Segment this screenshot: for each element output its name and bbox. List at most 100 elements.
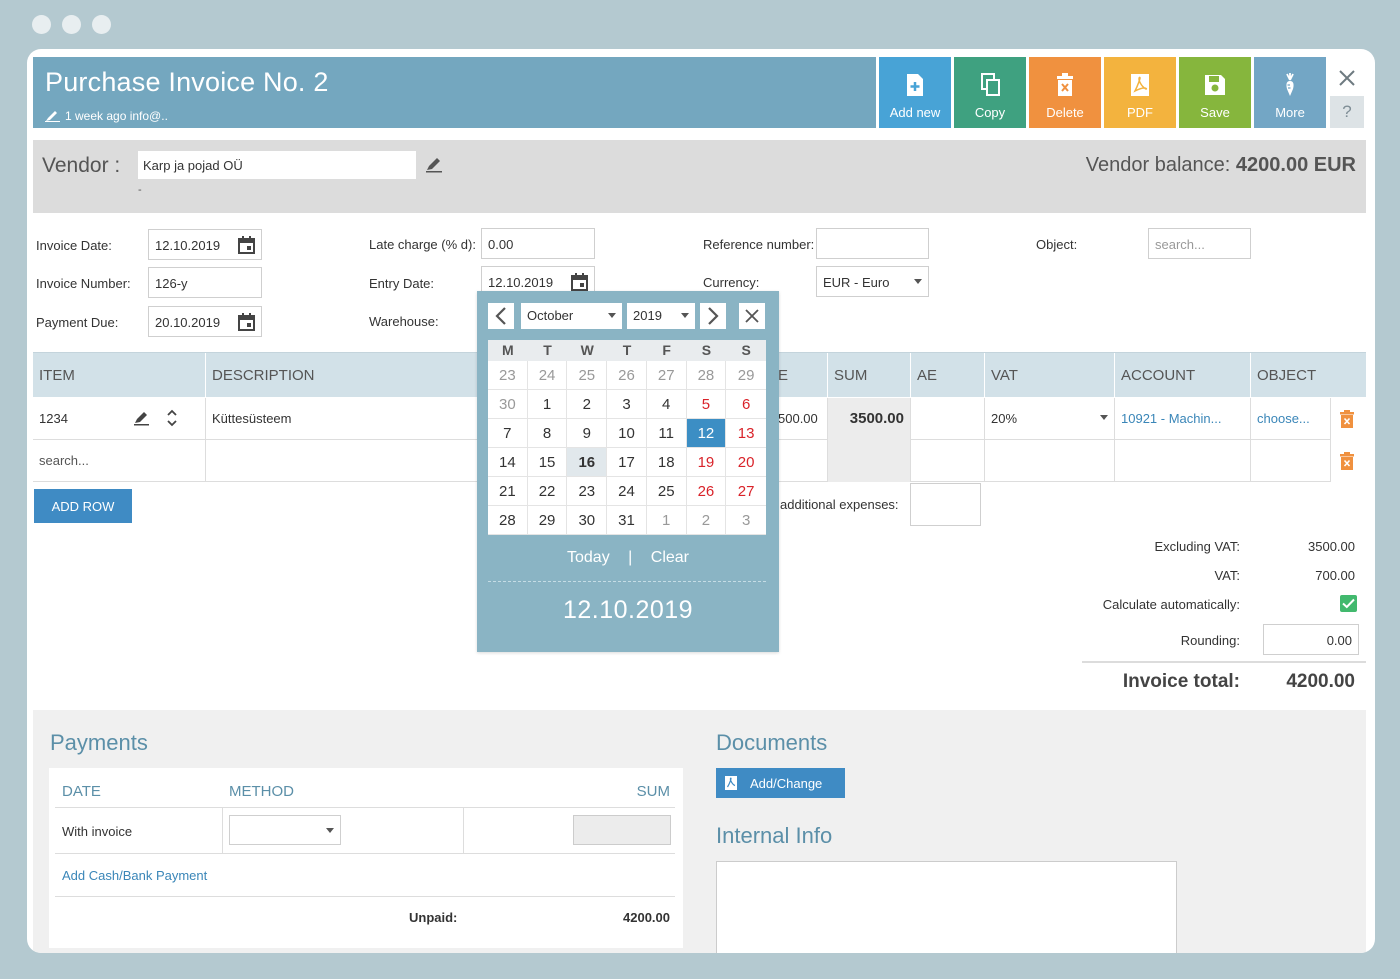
calendar-day[interactable]: 30	[488, 390, 528, 419]
calendar-day[interactable]: 30	[567, 506, 608, 535]
payment-due-input[interactable]: 20.10.2019	[148, 306, 262, 337]
vat-cell[interactable]	[984, 440, 1114, 482]
internal-info-textarea[interactable]	[716, 861, 1177, 953]
description-cell[interactable]	[205, 440, 479, 482]
calendar-day[interactable]: 2	[567, 390, 608, 419]
copy-button[interactable]: Copy	[954, 57, 1026, 128]
rounding-input[interactable]: 0.00	[1263, 624, 1359, 655]
calendar-icon[interactable]	[571, 273, 588, 291]
ae-cell[interactable]	[910, 398, 984, 440]
price-cell[interactable]: 500.00	[771, 398, 827, 440]
add-change-document-button[interactable]: Add/Change	[716, 768, 845, 798]
month-select[interactable]: October	[521, 303, 622, 329]
calendar-day[interactable]: 2	[686, 506, 727, 535]
calendar-icon[interactable]	[238, 236, 255, 254]
calendar-day[interactable]: 29	[726, 361, 766, 390]
calendar-day[interactable]: 16	[567, 448, 608, 477]
calendar-day-selected[interactable]: 12	[686, 419, 727, 448]
calendar-day[interactable]: 5	[686, 390, 727, 419]
additional-expenses-input[interactable]	[910, 483, 981, 526]
more-button[interactable]: More	[1254, 57, 1326, 128]
add-new-button[interactable]: Add new	[879, 57, 951, 128]
edit-vendor-icon[interactable]	[425, 157, 443, 173]
calendar-day[interactable]: 8	[527, 419, 568, 448]
calendar-day[interactable]: 15	[527, 448, 568, 477]
calendar-day[interactable]: 1	[527, 390, 568, 419]
vendor-input[interactable]: Karp ja pojad OÜ	[138, 151, 416, 179]
calendar-day[interactable]: 4	[646, 390, 687, 419]
prev-month-button[interactable]	[488, 303, 514, 329]
calendar-day[interactable]: 18	[646, 448, 687, 477]
calendar-day[interactable]: 14	[488, 448, 528, 477]
delete-row-icon[interactable]	[1340, 410, 1354, 428]
calendar-day[interactable]: 26	[686, 477, 727, 506]
calendar-day[interactable]: 17	[607, 448, 647, 477]
calendar-day[interactable]: 11	[646, 419, 687, 448]
calendar-day[interactable]: 7	[488, 419, 528, 448]
object-search-input[interactable]: search...	[1148, 228, 1251, 259]
calendar-day[interactable]: 3	[726, 506, 766, 535]
invoice-number-input[interactable]: 126-y	[148, 267, 262, 298]
help-button[interactable]: ?	[1330, 96, 1364, 128]
late-charge-input[interactable]: 0.00	[481, 228, 595, 259]
calendar-day[interactable]: 23	[488, 361, 528, 390]
reference-input[interactable]	[816, 228, 929, 259]
today-button[interactable]: Today	[567, 549, 610, 566]
window-dot[interactable]	[62, 15, 81, 34]
close-button[interactable]	[1330, 61, 1364, 95]
payment-sum-input[interactable]	[573, 815, 671, 845]
item-cell[interactable]: 1234	[33, 398, 205, 440]
calendar-day[interactable]: 26	[607, 361, 647, 390]
calendar-day[interactable]: 3	[607, 390, 647, 419]
calendar-day[interactable]: 21	[488, 477, 528, 506]
next-month-button[interactable]	[700, 303, 726, 329]
invoice-date-input[interactable]: 12.10.2019	[148, 229, 262, 260]
item-search-input[interactable]: search...	[33, 440, 205, 482]
calendar-day[interactable]: 6	[726, 390, 766, 419]
calendar-day[interactable]: 10	[607, 419, 647, 448]
calendar-day[interactable]: 28	[686, 361, 727, 390]
calendar-day[interactable]: 25	[646, 477, 687, 506]
delete-row-icon[interactable]	[1340, 452, 1354, 470]
entry-date-value: 12.10.2019	[488, 275, 554, 290]
account-cell[interactable]	[1114, 440, 1250, 482]
save-button[interactable]: Save	[1179, 57, 1251, 128]
currency-value: EUR - Euro	[823, 275, 890, 290]
object-choose-link[interactable]: choose...	[1250, 398, 1331, 440]
calendar-day[interactable]: 31	[607, 506, 647, 535]
calendar-day[interactable]: 23	[567, 477, 608, 506]
window-dot[interactable]	[92, 15, 111, 34]
description-cell[interactable]: Küttesüsteem	[205, 398, 479, 440]
ae-cell[interactable]	[910, 440, 984, 482]
close-datepicker-button[interactable]	[739, 303, 765, 329]
account-link[interactable]: 10921 - Machin...	[1114, 398, 1250, 440]
window-dot[interactable]	[32, 15, 51, 34]
add-cash-bank-payment-link[interactable]: Add Cash/Bank Payment	[62, 868, 207, 883]
year-select[interactable]: 2019	[627, 303, 695, 329]
calendar-icon[interactable]	[238, 313, 255, 331]
calendar-day[interactable]: 22	[527, 477, 568, 506]
calendar-day[interactable]: 29	[527, 506, 568, 535]
pencil-icon[interactable]	[133, 411, 150, 426]
pdf-button[interactable]: PDF	[1104, 57, 1176, 128]
add-row-button[interactable]: ADD ROW	[34, 489, 132, 523]
object-cell[interactable]	[1250, 440, 1331, 482]
calendar-day[interactable]: 27	[726, 477, 766, 506]
calendar-day[interactable]: 27	[646, 361, 687, 390]
calendar-day[interactable]: 28	[488, 506, 528, 535]
calendar-day[interactable]: 1	[646, 506, 687, 535]
calendar-day[interactable]: 24	[527, 361, 568, 390]
delete-button[interactable]: Delete	[1029, 57, 1101, 128]
currency-select[interactable]: EUR - Euro	[816, 266, 929, 297]
calendar-day[interactable]: 24	[607, 477, 647, 506]
calculate-auto-checkbox[interactable]	[1340, 595, 1357, 612]
calendar-day[interactable]: 20	[726, 448, 766, 477]
clear-button[interactable]: Clear	[651, 549, 689, 566]
calendar-day[interactable]: 13	[726, 419, 766, 448]
payment-method-select[interactable]	[229, 815, 341, 845]
sort-icon[interactable]	[167, 409, 177, 427]
calendar-day[interactable]: 25	[567, 361, 608, 390]
calendar-day[interactable]: 19	[686, 448, 727, 477]
calendar-day[interactable]: 9	[567, 419, 608, 448]
vat-cell[interactable]: 20%	[984, 398, 1114, 440]
